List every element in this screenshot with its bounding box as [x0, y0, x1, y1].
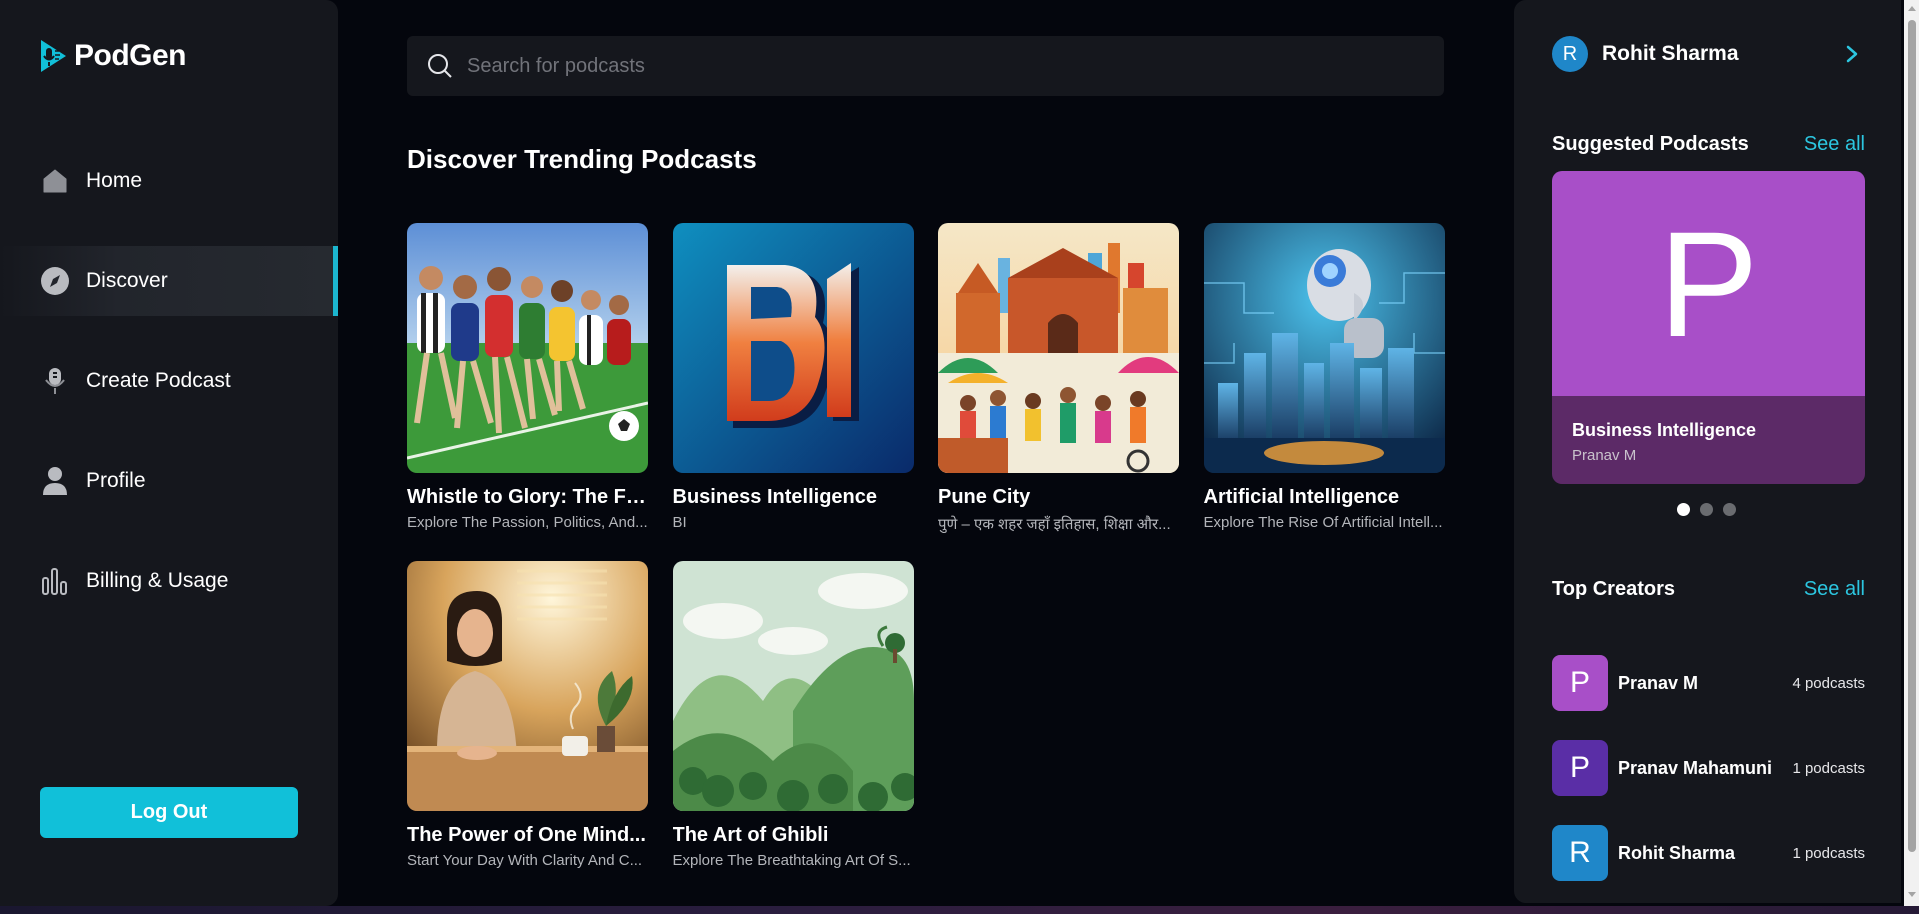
scroll-up-icon[interactable]: [1908, 6, 1916, 11]
podcast-description: Explore The Passion, Politics, And...: [407, 514, 648, 531]
podcast-thumbnail: [938, 223, 1179, 473]
sidebar-item-create-podcast[interactable]: Create Podcast: [0, 346, 338, 416]
right-panel: R Rohit Sharma Suggested Podcasts See al…: [1514, 0, 1901, 903]
creator-avatar: P: [1552, 740, 1608, 796]
suggested-heading: Suggested Podcasts: [1552, 133, 1749, 155]
podcast-card[interactable]: Business Intelligence BI: [672, 223, 914, 534]
podcast-title: Whistle to Glory: The Fl...: [407, 486, 648, 508]
podcast-card[interactable]: The Power of One Mind... Start Your Day …: [407, 561, 648, 869]
podcast-title: Business Intelligence: [672, 486, 878, 508]
podcast-thumbnail: [407, 223, 648, 473]
bottom-strip: [0, 906, 1919, 914]
section-title: Discover Trending Podcasts: [407, 144, 757, 174]
podcast-title: Artificial Intelligence: [1203, 486, 1400, 508]
scroll-down-icon[interactable]: [1908, 892, 1916, 897]
ai-robot-artwork: [1203, 223, 1445, 473]
user-name: Rohit Sharma: [1602, 42, 1739, 65]
logo-icon: [41, 40, 66, 72]
ghibli-landscape-artwork: [672, 561, 914, 811]
suggested-podcast-title: Business Intelligence: [1572, 420, 1757, 440]
podcast-title: The Art of Ghibli: [672, 824, 829, 846]
top-creators-see-all-link[interactable]: See all: [1804, 578, 1865, 601]
creator-podcast-count: 4 podcasts: [1792, 674, 1865, 692]
carousel-dot[interactable]: [1723, 503, 1736, 516]
creator-name: Rohit Sharma: [1618, 842, 1736, 863]
user-icon: [40, 466, 70, 496]
sidebar: PodGen Home Discover Create Podcast Prof…: [0, 0, 338, 906]
suggested-header: Suggested Podcasts See all: [1552, 133, 1865, 156]
scrollbar-thumb[interactable]: [1908, 20, 1916, 852]
podcast-card[interactable]: Whistle to Glory: The Fl... Explore The …: [407, 223, 648, 534]
home-icon: [40, 166, 70, 196]
user-profile-link[interactable]: R Rohit Sharma: [1552, 36, 1862, 72]
podcast-title: Pune City: [938, 486, 1031, 508]
sidebar-item-label: Create Podcast: [86, 369, 231, 392]
chevron-right-icon: [1846, 45, 1858, 63]
suggested-podcast-author: Pranav M: [1572, 447, 1637, 464]
football-artwork: [407, 223, 648, 473]
podcast-thumbnail: [407, 561, 648, 811]
podcast-thumbnail: [672, 223, 914, 473]
podcast-description: Explore The Breathtaking Art Of S...: [672, 852, 911, 869]
creator-item[interactable]: R Rohit Sharma 1 podcasts: [1552, 825, 1865, 881]
creator-podcast-count: 1 podcasts: [1792, 844, 1865, 862]
page-scrollbar[interactable]: [1904, 0, 1919, 906]
avatar: R: [1552, 36, 1588, 72]
carousel-dot[interactable]: [1700, 503, 1713, 516]
podcast-card[interactable]: The Art of Ghibli Explore The Breathtaki…: [672, 561, 914, 869]
podcast-grid: Whistle to Glory: The Fl... Explore The …: [407, 223, 1445, 869]
sidebar-item-billing[interactable]: Billing & Usage: [0, 546, 338, 616]
sidebar-item-label: Billing & Usage: [86, 569, 229, 592]
suggested-podcast-thumbnail: P: [1552, 171, 1865, 396]
search-bar: [407, 36, 1444, 96]
suggested-podcast-card[interactable]: P Business Intelligence Pranav M: [1552, 171, 1865, 484]
sidebar-item-home[interactable]: Home: [0, 146, 338, 216]
sidebar-item-label: Discover: [86, 269, 168, 292]
sidebar-item-label: Home: [86, 169, 143, 192]
creator-avatar: P: [1552, 655, 1608, 711]
compass-icon: [40, 266, 70, 296]
creator-name: Pranav Mahamuni: [1618, 757, 1773, 778]
top-creators-list: P Pranav M 4 podcasts P Pranav Mahamuni …: [1552, 655, 1865, 910]
bi-logo-artwork: [672, 223, 914, 473]
top-creators-header: Top Creators See all: [1552, 578, 1865, 601]
podcast-card[interactable]: Pune City पुणे – एक शहर जहाँ इतिहास, शिक…: [938, 223, 1179, 534]
sidebar-item-discover[interactable]: Discover: [0, 246, 338, 316]
sidebar-nav: Home Discover Create Podcast Profile Bil…: [0, 146, 338, 646]
mindfulness-artwork: [407, 561, 648, 811]
creator-podcast-count: 1 podcasts: [1792, 759, 1865, 777]
top-creators-heading: Top Creators: [1552, 578, 1675, 600]
podcast-thumbnail: [672, 561, 914, 811]
podcast-card[interactable]: Artificial Intelligence Explore The Rise…: [1203, 223, 1445, 534]
podcast-description: BI: [672, 514, 687, 531]
creator-name: Pranav M: [1618, 672, 1699, 693]
microphone-icon: [40, 366, 70, 396]
bar-chart-icon: [40, 566, 70, 596]
suggested-see-all-link[interactable]: See all: [1804, 133, 1865, 156]
carousel-dot[interactable]: [1677, 503, 1690, 516]
sidebar-item-label: Profile: [86, 469, 146, 492]
logout-button[interactable]: Log Out: [40, 787, 298, 838]
sidebar-item-profile[interactable]: Profile: [0, 446, 338, 516]
carousel-dots: [1677, 503, 1736, 516]
podcast-description: Start Your Day With Clarity And C...: [407, 852, 643, 869]
podcast-thumbnail: [1203, 223, 1445, 473]
search-icon: [428, 54, 452, 78]
app-name: PodGen: [74, 39, 187, 72]
suggested-podcast-info: Business Intelligence Pranav M: [1552, 396, 1865, 484]
creator-avatar: R: [1552, 825, 1608, 881]
podcast-description: Explore The Rise Of Artificial Intell...: [1203, 514, 1443, 531]
creator-item[interactable]: P Pranav M 4 podcasts: [1552, 655, 1865, 711]
pune-city-artwork: [938, 223, 1179, 473]
search-input[interactable]: [467, 54, 1367, 78]
creator-item[interactable]: P Pranav Mahamuni 1 podcasts: [1552, 740, 1865, 796]
suggested-podcast-letter: P: [1658, 199, 1759, 368]
podcast-description: पुणे – एक शहर जहाँ इतिहास, शिक्षा और...: [938, 516, 1171, 533]
app-logo[interactable]: PodGen: [38, 38, 187, 74]
podcast-title: The Power of One Mind...: [407, 824, 646, 846]
